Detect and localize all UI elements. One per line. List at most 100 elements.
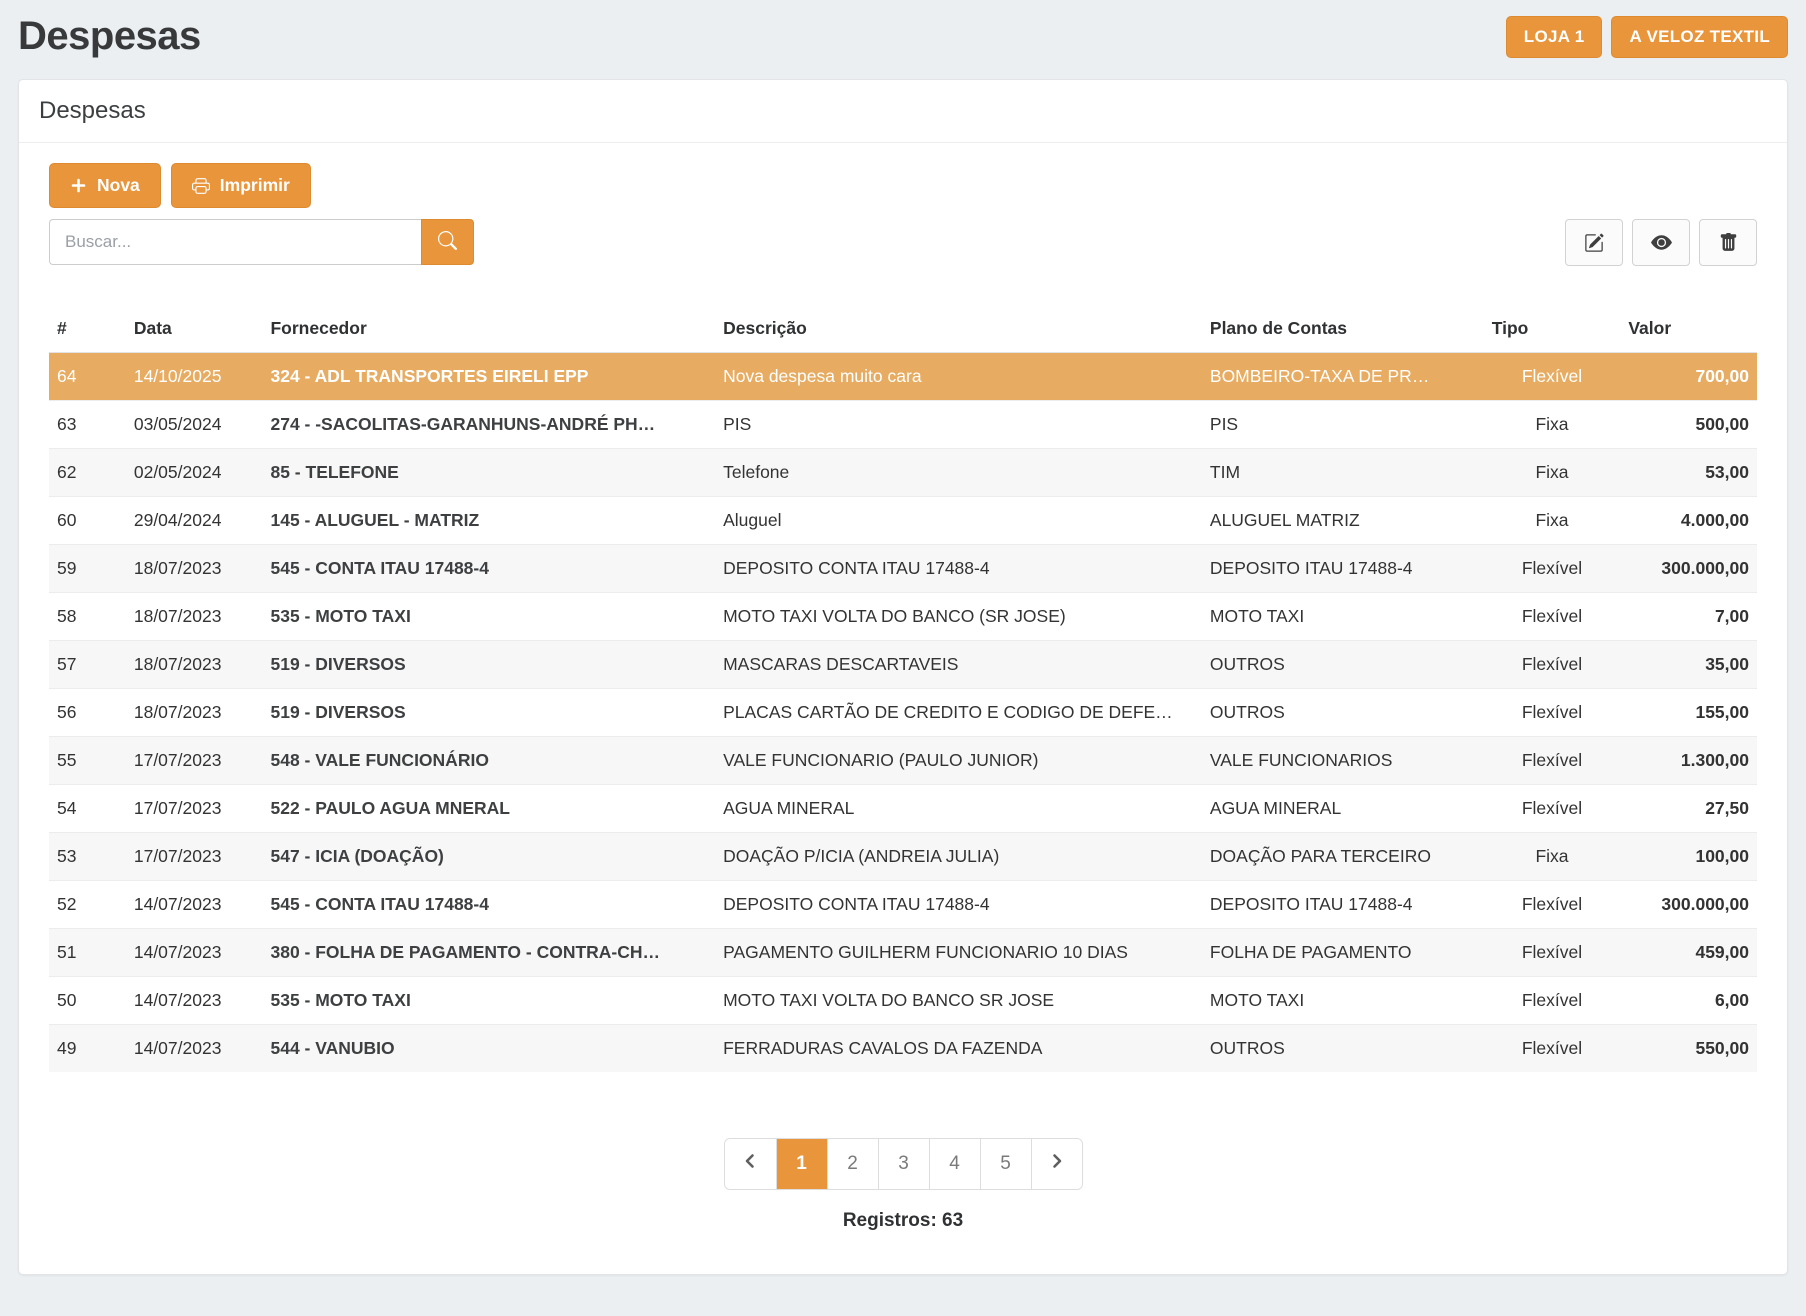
cell-id: 59 bbox=[49, 545, 126, 593]
cell-account: DEPOSITO ITAU 17488-4 bbox=[1202, 545, 1484, 593]
cell-supplier: 380 - FOLHA DE PAGAMENTO - CONTRA-CH… bbox=[262, 929, 715, 977]
search-input[interactable] bbox=[49, 219, 421, 265]
table-row[interactable]: 5517/07/2023548 - VALE FUNCIONÁRIOVALE F… bbox=[49, 737, 1757, 785]
cell-account: OUTROS bbox=[1202, 689, 1484, 737]
chevron-left-icon bbox=[742, 1153, 758, 1175]
cell-account: FOLHA DE PAGAMENTO bbox=[1202, 929, 1484, 977]
cell-account: MOTO TAXI bbox=[1202, 593, 1484, 641]
pagination: 12345 bbox=[724, 1138, 1083, 1190]
column-header-value: Valor bbox=[1620, 308, 1757, 353]
cell-value: 27,50 bbox=[1620, 785, 1757, 833]
cell-type: Fixa bbox=[1484, 449, 1621, 497]
cell-supplier: 545 - CONTA ITAU 17488-4 bbox=[262, 881, 715, 929]
table-row[interactable]: 5718/07/2023519 - DIVERSOSMASCARAS DESCA… bbox=[49, 641, 1757, 689]
cell-supplier: 545 - CONTA ITAU 17488-4 bbox=[262, 545, 715, 593]
cell-date: 14/10/2025 bbox=[126, 353, 263, 401]
cell-supplier: 522 - PAULO AGUA MNERAL bbox=[262, 785, 715, 833]
cell-description: AGUA MINERAL bbox=[715, 785, 1202, 833]
cell-id: 60 bbox=[49, 497, 126, 545]
cell-date: 17/07/2023 bbox=[126, 833, 263, 881]
pagination-next-button[interactable] bbox=[1031, 1139, 1082, 1189]
cell-value: 459,00 bbox=[1620, 929, 1757, 977]
cell-description: PIS bbox=[715, 401, 1202, 449]
column-header-account: Plano de Contas bbox=[1202, 308, 1484, 353]
cell-type: Flexível bbox=[1484, 641, 1621, 689]
cell-date: 14/07/2023 bbox=[126, 929, 263, 977]
cell-value: 550,00 bbox=[1620, 1025, 1757, 1073]
table-row[interactable]: 5114/07/2023380 - FOLHA DE PAGAMENTO - C… bbox=[49, 929, 1757, 977]
print-button[interactable]: Imprimir bbox=[171, 163, 311, 208]
delete-button[interactable] bbox=[1699, 219, 1757, 266]
table-row[interactable]: 5317/07/2023547 - ICIA (DOAÇÃO)DOAÇÃO P/… bbox=[49, 833, 1757, 881]
cell-type: Flexível bbox=[1484, 929, 1621, 977]
cell-date: 18/07/2023 bbox=[126, 641, 263, 689]
page-header: Despesas LOJA 1 A VELOZ TEXTIL bbox=[18, 0, 1788, 79]
pagination-prev-button[interactable] bbox=[725, 1139, 776, 1189]
pagination-page-button-2[interactable]: 2 bbox=[827, 1139, 878, 1189]
cell-type: Fixa bbox=[1484, 833, 1621, 881]
table-row[interactable]: 5918/07/2023545 - CONTA ITAU 17488-4 DEPO… bbox=[49, 545, 1757, 593]
printer-icon bbox=[192, 177, 210, 195]
eye-icon bbox=[1651, 232, 1672, 253]
toolbar: Nova Imprimir bbox=[49, 163, 1757, 208]
cell-description: MASCARAS DESCARTAVEIS bbox=[715, 641, 1202, 689]
pagination-page-button-5[interactable]: 5 bbox=[980, 1139, 1031, 1189]
table-header: # Data Fornecedor Descrição Plano de Con… bbox=[49, 308, 1757, 353]
cell-account: TIM bbox=[1202, 449, 1484, 497]
cell-id: 53 bbox=[49, 833, 126, 881]
table-row[interactable]: 5818/07/2023535 - MOTO TAXIMOTO TAXI VOL… bbox=[49, 593, 1757, 641]
table-row[interactable]: 5014/07/2023535 - MOTO TAXIMOTO TAXI VOL… bbox=[49, 977, 1757, 1025]
row-action-buttons bbox=[1565, 219, 1757, 266]
pagination-page-button-1[interactable]: 1 bbox=[776, 1139, 827, 1189]
table-row[interactable]: 6303/05/2024274 - -SACOLITAS-GARANHUNS-A… bbox=[49, 401, 1757, 449]
cell-description: Nova despesa muito cara bbox=[715, 353, 1202, 401]
table-row[interactable]: 5618/07/2023519 - DIVERSOSPLACAS CARTÃO … bbox=[49, 689, 1757, 737]
pagination-page-button-4[interactable]: 4 bbox=[929, 1139, 980, 1189]
page-title: Despesas bbox=[18, 14, 201, 59]
cell-id: 62 bbox=[49, 449, 126, 497]
cell-type: Flexível bbox=[1484, 785, 1621, 833]
cell-value: 6,00 bbox=[1620, 977, 1757, 1025]
table-row[interactable]: 4914/07/2023544 - VANUBIOFERRADURAS CAVA… bbox=[49, 1025, 1757, 1073]
cell-date: 18/07/2023 bbox=[126, 545, 263, 593]
store-buttons: LOJA 1 A VELOZ TEXTIL bbox=[1506, 16, 1788, 58]
cell-value: 300.000,00 bbox=[1620, 545, 1757, 593]
cell-description: PAGAMENTO GUILHERM FUNCIONARIO 10 DIAS bbox=[715, 929, 1202, 977]
cell-account: AGUA MINERAL bbox=[1202, 785, 1484, 833]
cell-description: Telefone bbox=[715, 449, 1202, 497]
cell-id: 64 bbox=[49, 353, 126, 401]
column-header-id: # bbox=[49, 308, 126, 353]
cell-description: DOAÇÃO P/ICIA (ANDREIA JULIA) bbox=[715, 833, 1202, 881]
column-header-date: Data bbox=[126, 308, 263, 353]
table-row[interactable]: 6414/10/2025324 - ADL TRANSPORTES EIRELI… bbox=[49, 353, 1757, 401]
edit-button[interactable] bbox=[1565, 219, 1623, 266]
pagination-page-button-3[interactable]: 3 bbox=[878, 1139, 929, 1189]
store-button-loja1[interactable]: LOJA 1 bbox=[1506, 16, 1603, 58]
cell-id: 49 bbox=[49, 1025, 126, 1073]
table-row[interactable]: 5214/07/2023545 - CONTA ITAU 17488-4DEPO… bbox=[49, 881, 1757, 929]
cell-value: 35,00 bbox=[1620, 641, 1757, 689]
view-button[interactable] bbox=[1632, 219, 1690, 266]
cell-account: OUTROS bbox=[1202, 641, 1484, 689]
cell-date: 18/07/2023 bbox=[126, 689, 263, 737]
cell-value: 53,00 bbox=[1620, 449, 1757, 497]
table-row[interactable]: 6202/05/202485 - TELEFONETelefoneTIMFixa… bbox=[49, 449, 1757, 497]
cell-type: Fixa bbox=[1484, 401, 1621, 449]
controls-row bbox=[49, 219, 1757, 266]
new-expense-button[interactable]: Nova bbox=[49, 163, 161, 208]
cell-date: 17/07/2023 bbox=[126, 785, 263, 833]
table-row[interactable]: 5417/07/2023522 - PAULO AGUA MNERALAGUA … bbox=[49, 785, 1757, 833]
cell-id: 58 bbox=[49, 593, 126, 641]
cell-date: 02/05/2024 bbox=[126, 449, 263, 497]
search-button[interactable] bbox=[421, 219, 474, 265]
cell-id: 55 bbox=[49, 737, 126, 785]
cell-id: 51 bbox=[49, 929, 126, 977]
cell-account: DOAÇÃO PARA TERCEIRO bbox=[1202, 833, 1484, 881]
store-button-company[interactable]: A VELOZ TEXTIL bbox=[1611, 16, 1788, 58]
cell-supplier: 145 - ALUGUEL - MATRIZ bbox=[262, 497, 715, 545]
cell-id: 63 bbox=[49, 401, 126, 449]
cell-type: Flexível bbox=[1484, 689, 1621, 737]
expenses-table-body: 6414/10/2025324 - ADL TRANSPORTES EIRELI… bbox=[49, 353, 1757, 1073]
panel-body: Nova Imprimir bbox=[19, 143, 1787, 1232]
table-row[interactable]: 6029/04/2024145 - ALUGUEL - MATRIZAlugue… bbox=[49, 497, 1757, 545]
